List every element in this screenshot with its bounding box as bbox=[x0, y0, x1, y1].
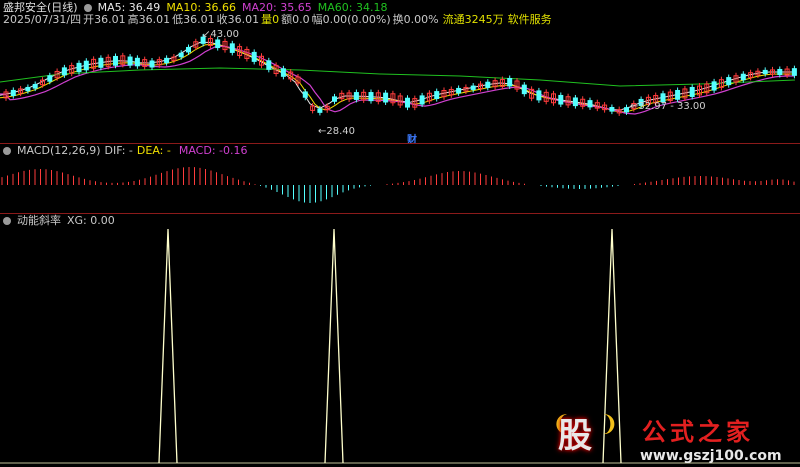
macd-collapse-icon[interactable] bbox=[3, 147, 11, 155]
right-annotation-value: 32.97 - 33.00 bbox=[638, 101, 706, 112]
candle-body bbox=[98, 57, 104, 68]
candle-body bbox=[266, 60, 272, 70]
close-label: 收36.01 bbox=[216, 13, 260, 26]
ma60-line bbox=[0, 67, 796, 87]
indicator-collapse-icon[interactable] bbox=[3, 217, 11, 225]
candle-body bbox=[689, 86, 695, 97]
candle-body bbox=[777, 68, 783, 76]
candle-body bbox=[134, 57, 140, 67]
candle-body bbox=[624, 107, 629, 113]
candle-body bbox=[558, 94, 564, 105]
low-annotation-value: 28.40 bbox=[326, 126, 356, 137]
candle-body bbox=[726, 77, 732, 86]
candle-body bbox=[521, 84, 527, 95]
candle-body bbox=[740, 73, 746, 81]
candle-body bbox=[302, 91, 308, 98]
open-label: 开36.01 bbox=[83, 13, 126, 26]
high-annotation-value: 43.00 bbox=[210, 29, 240, 40]
candle-body bbox=[229, 43, 235, 53]
candle-body bbox=[149, 60, 155, 68]
candle-body bbox=[215, 39, 221, 49]
low-annotation: ←28.40 bbox=[318, 126, 356, 137]
indicator-xg: XG: 0.00 bbox=[67, 214, 115, 227]
candle-body bbox=[113, 55, 118, 66]
candle-body bbox=[572, 97, 578, 107]
low-label: 低36.01 bbox=[172, 13, 215, 26]
candle-body bbox=[419, 95, 425, 105]
sector-label: 软件服务 bbox=[507, 13, 552, 26]
candle-body bbox=[507, 77, 513, 87]
macd-pane[interactable]: MACD(12,26,9) DIF: - DEA: - MACD: -0.16 bbox=[0, 143, 800, 213]
candle-body bbox=[609, 106, 615, 112]
price-header-row2: 2025/07/31/四 开36.01 高36.01 低36.01 收36.01 量0 额0… bbox=[3, 14, 558, 26]
candle-body bbox=[32, 83, 38, 89]
date-label: 2025/07/31/四 bbox=[3, 13, 82, 26]
candle-body bbox=[332, 96, 337, 102]
candle-body bbox=[675, 89, 681, 100]
candle-body bbox=[536, 90, 542, 101]
candle-body bbox=[178, 52, 184, 58]
price-pane[interactable]: 盛邦安全(日线) MA5: 36.49 MA10: 36.66 MA20: 35.65… bbox=[0, 0, 800, 146]
xg-spike bbox=[324, 228, 344, 464]
candle-body bbox=[711, 81, 717, 91]
macd-dea: DEA: - bbox=[136, 144, 171, 157]
candle-body bbox=[353, 92, 359, 100]
watermark: ❨ 股 ❩ 公式之家 www.gszj100.com bbox=[552, 408, 800, 467]
candle-body bbox=[456, 87, 462, 94]
collapse-icon[interactable] bbox=[83, 4, 92, 12]
horn-right-icon: ❩ bbox=[600, 412, 619, 437]
turnover-label: 换0.00% bbox=[392, 13, 439, 26]
candle-body bbox=[317, 108, 323, 113]
xg-spike bbox=[158, 228, 178, 464]
ma5-line bbox=[0, 41, 795, 111]
candle-body bbox=[127, 56, 133, 66]
indicator-header: 动能斜率 XG: 0.00 bbox=[3, 215, 121, 227]
high-label: 高36.01 bbox=[127, 13, 171, 26]
candle-body bbox=[368, 92, 374, 102]
candle-body bbox=[76, 62, 82, 73]
watermark-url: www.gszj100.com bbox=[640, 448, 782, 464]
watermark-logo: 股 bbox=[558, 416, 592, 456]
float-label: 流通3245万 bbox=[442, 13, 504, 26]
candle-body bbox=[10, 89, 16, 97]
watermark-name: 公式之家 bbox=[642, 417, 754, 446]
right-annotation: ←32.97 - 33.00 bbox=[630, 101, 706, 112]
macd-value: MACD: -0.16 bbox=[178, 144, 248, 157]
change-label: 幅0.00(0.00%) bbox=[311, 13, 391, 26]
candle-body bbox=[485, 81, 491, 88]
candle-body bbox=[762, 69, 768, 75]
candle-body bbox=[434, 91, 440, 100]
amount-label: 额0.0 bbox=[281, 13, 310, 26]
candle-body bbox=[791, 68, 797, 76]
candle-body bbox=[405, 97, 410, 108]
candle-body bbox=[587, 100, 593, 108]
candle-body bbox=[280, 68, 286, 77]
volume-label: 量0 bbox=[261, 13, 280, 26]
macd-dif: DIF: - bbox=[104, 144, 133, 157]
macd-header: MACD(12,26,9) DIF: - DEA: - MACD: -0.16 bbox=[3, 145, 253, 157]
indicator-title: 动能斜率 bbox=[17, 214, 61, 227]
candle-body bbox=[186, 46, 191, 53]
candle-body bbox=[47, 75, 53, 82]
candle-body bbox=[25, 86, 31, 92]
candle-body bbox=[83, 60, 89, 71]
candle-body bbox=[61, 67, 67, 76]
macd-title: MACD(12,26,9) bbox=[17, 144, 101, 157]
candle-body bbox=[251, 51, 257, 62]
candle-body bbox=[164, 57, 170, 64]
candle-body bbox=[470, 85, 476, 90]
high-annotation: ↙43.00 bbox=[202, 29, 240, 40]
candle-body bbox=[383, 92, 389, 103]
